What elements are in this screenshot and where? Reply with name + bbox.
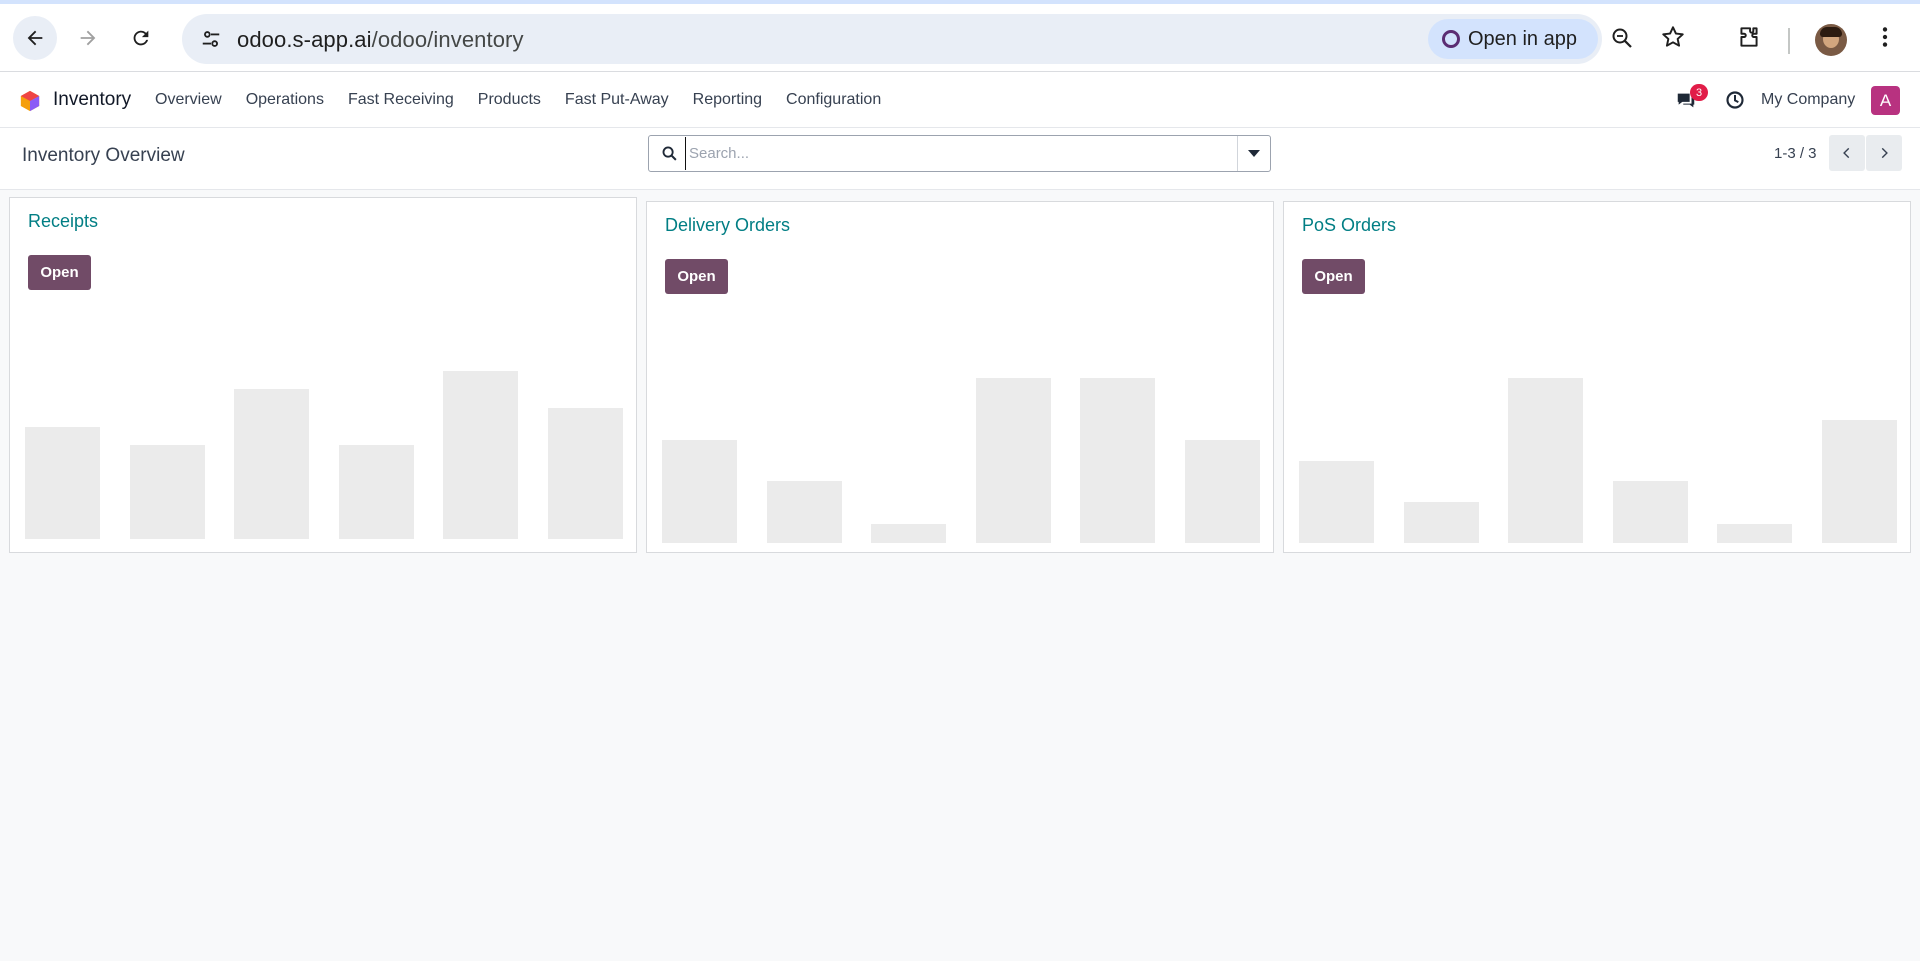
graph-bar <box>1508 378 1583 543</box>
user-avatar[interactable]: A <box>1871 86 1900 115</box>
menu-products[interactable]: Products <box>478 91 541 109</box>
card-pos-orders[interactable]: PoS Orders Open <box>1283 201 1911 553</box>
graph-bar <box>871 524 946 543</box>
url-text[interactable]: odoo.s-app.ai/odoo/inventory <box>237 27 524 53</box>
graph-bar <box>1613 481 1688 543</box>
menu-operations[interactable]: Operations <box>246 91 324 109</box>
reload-icon <box>133 30 149 46</box>
bookmark-star-icon[interactable] <box>1660 24 1686 50</box>
graph-bar <box>130 445 205 539</box>
arrow-right-icon <box>80 30 96 46</box>
card-delivery-orders[interactable]: Delivery Orders Open <box>646 201 1274 553</box>
graph-bar <box>1080 378 1155 543</box>
chat-count-badge: 3 <box>1690 84 1708 101</box>
site-info-button[interactable] <box>194 22 228 56</box>
page-title: Inventory Overview <box>22 145 185 166</box>
graph-bar <box>339 445 414 539</box>
delivery-orders-bar-graph <box>647 202 1273 552</box>
search-bar <box>648 135 1271 172</box>
back-button[interactable] <box>13 16 57 60</box>
tune-icon <box>202 31 220 47</box>
card-title-receipts[interactable]: Receipts <box>28 211 98 232</box>
open-in-app-button[interactable]: Open in app <box>1428 19 1598 59</box>
search-options-toggle[interactable] <box>1237 136 1270 171</box>
chevron-left-icon <box>1843 147 1850 159</box>
menu-reporting[interactable]: Reporting <box>693 91 762 109</box>
graph-bar <box>1185 440 1260 543</box>
card-receipts[interactable]: Receipts Open <box>9 197 637 553</box>
url-path: /odoo/inventory <box>371 27 524 52</box>
graph-bar <box>1717 524 1792 543</box>
card-title-delivery-orders[interactable]: Delivery Orders <box>665 215 790 236</box>
graph-bar <box>234 389 309 539</box>
app-ring-icon <box>1442 30 1460 48</box>
receipts-bar-graph <box>10 198 636 552</box>
odoo-navbar: Inventory Overview Operations Fast Recei… <box>0 72 1920 128</box>
pos-orders-bar-graph <box>1284 202 1910 552</box>
graph-bar <box>443 371 518 539</box>
menu-fast-put-away[interactable]: Fast Put-Away <box>565 91 669 109</box>
menu-configuration[interactable]: Configuration <box>786 91 881 109</box>
profile-avatar[interactable] <box>1815 24 1847 56</box>
browser-toolbar: odoo.s-app.ai/odoo/inventory Open in app <box>0 4 1920 72</box>
activity-clock-icon[interactable] <box>1725 90 1745 110</box>
graph-bar <box>1299 461 1374 543</box>
graph-bar <box>1822 420 1897 543</box>
toolbar-divider <box>1788 28 1790 54</box>
forward-button[interactable] <box>66 16 110 60</box>
pager-previous-button[interactable] <box>1829 135 1865 171</box>
extensions-icon[interactable] <box>1736 24 1762 50</box>
graph-bar <box>25 427 100 539</box>
graph-bar <box>662 440 737 543</box>
menu-fast-receiving[interactable]: Fast Receiving <box>348 91 454 109</box>
graph-bar <box>548 408 623 539</box>
chevron-right-icon <box>1881 147 1888 159</box>
more-menu-icon[interactable] <box>1872 24 1898 50</box>
company-switcher[interactable]: My Company <box>1761 91 1855 109</box>
control-panel: Inventory Overview 1-3 / 3 <box>0 128 1920 190</box>
inventory-app-logo-icon[interactable] <box>19 90 41 112</box>
pos-orders-open-button[interactable]: Open <box>1302 259 1365 294</box>
menu-overview[interactable]: Overview <box>155 91 222 109</box>
avatar-hair <box>1820 27 1842 37</box>
pager-next-button[interactable] <box>1866 135 1902 171</box>
main-menu: Overview Operations Fast Receiving Produ… <box>155 72 905 128</box>
caret-down-icon <box>1248 149 1260 157</box>
delivery-orders-open-button[interactable]: Open <box>665 259 728 294</box>
arrow-left-icon <box>27 30 43 46</box>
card-title-pos-orders[interactable]: PoS Orders <box>1302 215 1396 236</box>
address-bar[interactable]: odoo.s-app.ai/odoo/inventory Open in app <box>182 14 1602 64</box>
graph-bar <box>767 481 842 543</box>
app-name[interactable]: Inventory <box>53 89 131 111</box>
search-icon <box>662 146 677 161</box>
receipts-open-button[interactable]: Open <box>28 255 91 290</box>
pager-value[interactable]: 1-3 / 3 <box>1774 145 1817 162</box>
url-host: odoo.s-app.ai <box>237 27 372 52</box>
reload-button[interactable] <box>119 16 163 60</box>
zoom-icon[interactable] <box>1610 26 1634 50</box>
graph-bar <box>1404 502 1479 543</box>
search-input[interactable] <box>685 137 1225 170</box>
open-in-app-label: Open in app <box>1468 27 1577 50</box>
graph-bar <box>976 378 1051 543</box>
